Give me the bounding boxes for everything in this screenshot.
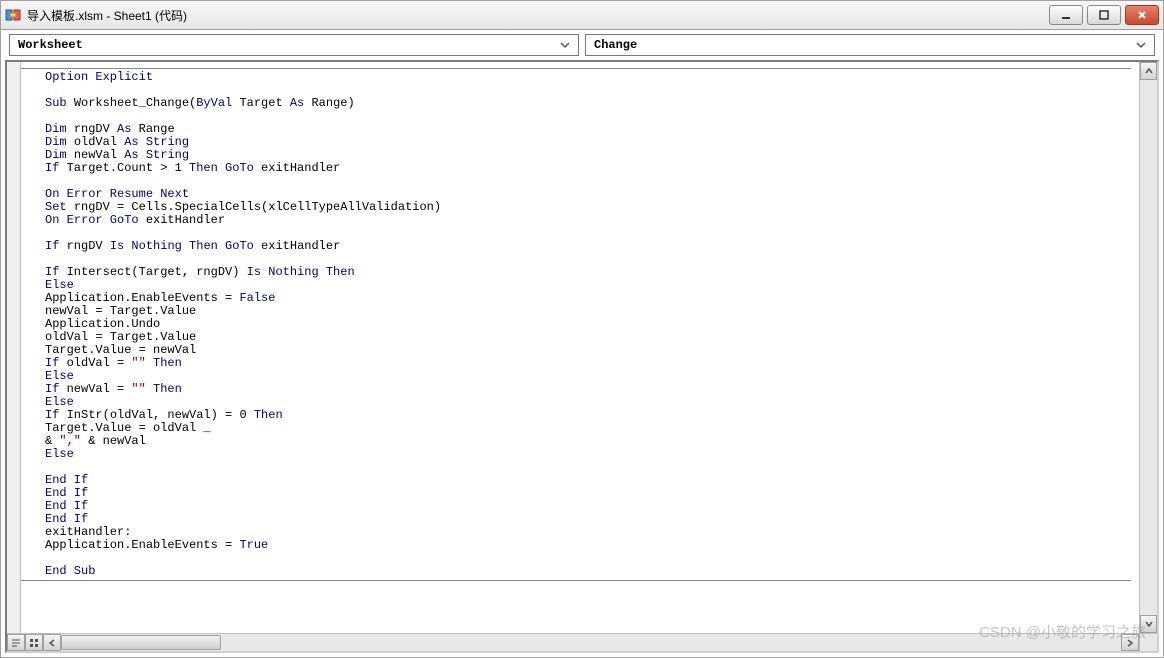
procedure-view-button[interactable] xyxy=(7,634,25,651)
code-line[interactable] xyxy=(45,175,1131,188)
chevron-left-icon xyxy=(48,639,56,647)
scroll-up-button[interactable] xyxy=(1140,62,1157,80)
chevron-up-icon xyxy=(1145,67,1153,75)
close-button[interactable] xyxy=(1125,5,1159,25)
code-line[interactable]: & "," & newVal xyxy=(45,435,1131,448)
code-line[interactable]: Else xyxy=(45,370,1131,383)
code-frame: Option Explicit Sub Worksheet_Change(ByV… xyxy=(5,60,1159,653)
procedure-view-icon xyxy=(11,638,21,648)
close-icon xyxy=(1136,9,1148,21)
code-editor[interactable]: Option Explicit Sub Worksheet_Change(ByV… xyxy=(21,62,1139,633)
code-line[interactable]: End If xyxy=(45,513,1131,526)
procedure-selector-label: Change xyxy=(594,38,1132,52)
code-line[interactable]: Sub Worksheet_Change(ByVal Target As Ran… xyxy=(45,97,1131,110)
code-line[interactable]: oldVal = Target.Value xyxy=(45,331,1131,344)
code-line[interactable]: Application.Undo xyxy=(45,318,1131,331)
code-line[interactable]: Application.EnableEvents = False xyxy=(45,292,1131,305)
minimize-button[interactable] xyxy=(1049,5,1083,25)
window-title: 导入模板.xlsm - Sheet1 (代码) xyxy=(27,7,1049,24)
scroll-thumb[interactable] xyxy=(61,635,221,650)
code-line[interactable]: If Target.Count > 1 Then GoTo exitHandle… xyxy=(45,162,1131,175)
code-container: Option Explicit Sub Worksheet_Change(ByV… xyxy=(0,60,1164,658)
code-line[interactable] xyxy=(45,461,1131,474)
code-line[interactable]: End Sub xyxy=(45,565,1131,578)
code-line[interactable]: Application.EnableEvents = True xyxy=(45,539,1131,552)
code-line[interactable]: If oldVal = "" Then xyxy=(45,357,1131,370)
code-line[interactable]: Dim oldVal As String xyxy=(45,136,1131,149)
scroll-right-button[interactable] xyxy=(1121,634,1139,651)
title-bar: 导入模板.xlsm - Sheet1 (代码) xyxy=(0,0,1164,30)
scroll-track[interactable] xyxy=(61,634,1121,651)
code-line[interactable]: Target.Value = oldVal _ xyxy=(45,422,1131,435)
procedure-selector[interactable]: Change xyxy=(585,34,1155,56)
scroll-down-button[interactable] xyxy=(1140,615,1157,633)
code-line[interactable] xyxy=(45,110,1131,123)
app-icon xyxy=(5,7,21,23)
code-line[interactable]: End If xyxy=(45,487,1131,500)
code-line[interactable]: On Error GoTo exitHandler xyxy=(45,214,1131,227)
maximize-icon xyxy=(1098,9,1110,21)
selector-row: Worksheet Change xyxy=(0,30,1164,60)
chevron-right-icon xyxy=(1126,639,1134,647)
code-line[interactable] xyxy=(45,552,1131,565)
minimize-icon xyxy=(1060,9,1072,21)
full-module-view-button[interactable] xyxy=(25,634,43,651)
chevron-down-icon xyxy=(1132,40,1150,50)
code-line[interactable]: If newVal = "" Then xyxy=(45,383,1131,396)
code-line[interactable]: newVal = Target.Value xyxy=(45,305,1131,318)
object-selector[interactable]: Worksheet xyxy=(9,34,579,56)
code-line[interactable]: Target.Value = newVal xyxy=(45,344,1131,357)
code-line[interactable]: If Intersect(Target, rngDV) Is Nothing T… xyxy=(45,266,1131,279)
chevron-down-icon xyxy=(1145,620,1153,628)
chevron-down-icon xyxy=(556,40,574,50)
code-line[interactable]: End If xyxy=(45,500,1131,513)
horizontal-scrollbar[interactable] xyxy=(7,633,1139,651)
code-line[interactable]: Option Explicit xyxy=(45,71,1131,84)
window-controls xyxy=(1049,5,1159,25)
code-line[interactable]: End If xyxy=(45,474,1131,487)
maximize-button[interactable] xyxy=(1087,5,1121,25)
full-module-view-icon xyxy=(29,638,39,648)
scroll-track[interactable] xyxy=(1140,80,1157,615)
code-line[interactable]: Dim rngDV As Range xyxy=(45,123,1131,136)
scrollbar-corner xyxy=(1139,633,1157,651)
scroll-left-button[interactable] xyxy=(43,634,61,651)
code-line[interactable]: If rngDV Is Nothing Then GoTo exitHandle… xyxy=(45,240,1131,253)
vertical-scrollbar[interactable] xyxy=(1139,62,1157,633)
object-selector-label: Worksheet xyxy=(18,38,556,52)
margin-indicator-bar[interactable] xyxy=(7,62,21,633)
code-line[interactable]: Else xyxy=(45,448,1131,461)
